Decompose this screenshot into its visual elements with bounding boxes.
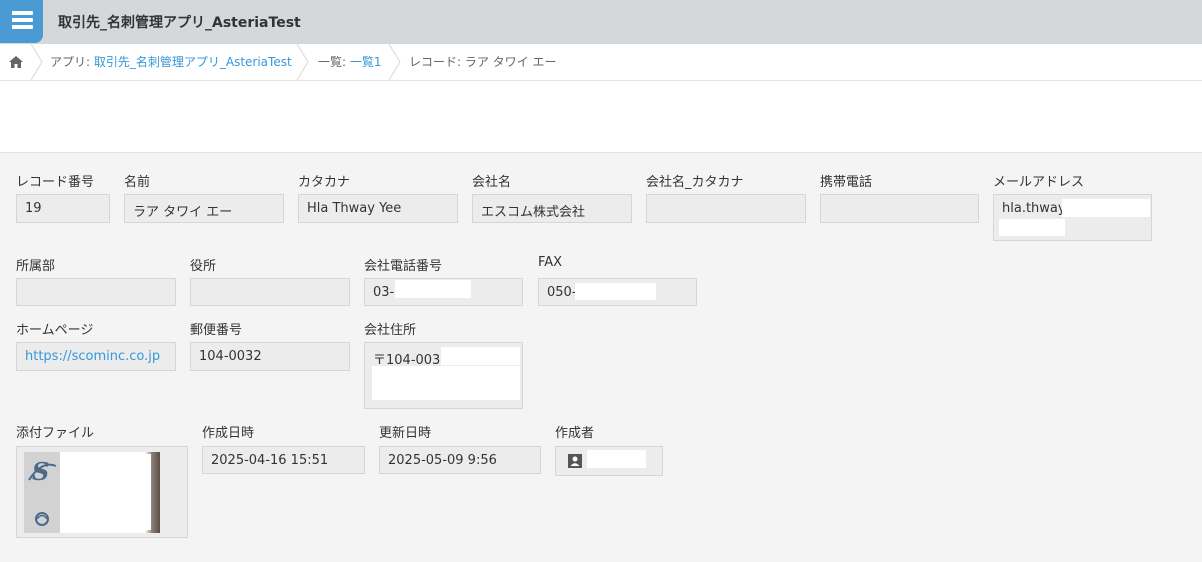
- app-title: 取引先_名刺管理アプリ_AsteriaTest: [58, 15, 301, 31]
- label-created: 作成日時: [202, 426, 255, 441]
- redaction: [1062, 199, 1150, 217]
- redaction: [587, 450, 646, 468]
- label-company-kana: 会社名_カタカナ: [646, 175, 744, 190]
- label-kana: カタカナ: [298, 175, 351, 190]
- label-address: 会社住所: [364, 323, 417, 338]
- label-postal: 郵便番号: [190, 323, 243, 338]
- home-icon[interactable]: [8, 54, 24, 70]
- field-mobile: [820, 194, 979, 223]
- breadcrumb-app-prefix: アプリ:: [50, 55, 94, 69]
- field-homepage: https://scominc.co.jp: [16, 342, 176, 371]
- field-title: [190, 278, 350, 306]
- app-menu-icon[interactable]: [0, 0, 43, 43]
- breadcrumb-separator-icon: [296, 44, 309, 80]
- label-title: 役所: [190, 259, 217, 274]
- label-phone: 会社電話番号: [364, 259, 443, 274]
- breadcrumb: アプリ: 取引先_名刺管理アプリ_AsteriaTest 一覧: 一覧1 レコー…: [0, 44, 1202, 81]
- breadcrumb-record: レコード: ラア タワイ エー: [409, 55, 557, 69]
- email-value: hla.thway.: [1002, 201, 1068, 216]
- breadcrumb-app: アプリ: 取引先_名刺管理アプリ_AsteriaTest: [50, 53, 292, 70]
- label-homepage: ホームページ: [16, 323, 94, 338]
- label-record-no: レコード番号: [16, 175, 95, 190]
- breadcrumb-list-prefix: 一覧:: [318, 55, 350, 69]
- breadcrumb-app-link[interactable]: 取引先_名刺管理アプリ_AsteriaTest: [94, 55, 292, 69]
- label-name: 名前: [124, 175, 151, 190]
- redaction: [999, 219, 1065, 236]
- label-attachment: 添付ファイル: [16, 426, 95, 441]
- field-department: [16, 278, 176, 306]
- redaction: [372, 366, 520, 400]
- breadcrumb-list: 一覧: 一覧1: [318, 53, 382, 70]
- redaction: [395, 280, 471, 298]
- field-attachment: S: [16, 446, 188, 538]
- redaction: [441, 347, 520, 365]
- label-department: 所属部: [16, 259, 56, 274]
- label-mobile: 携帯電話: [820, 175, 873, 190]
- toolbar-area: [0, 81, 1202, 153]
- redaction: [575, 283, 656, 300]
- redaction: [61, 454, 151, 530]
- label-fax: FAX: [538, 255, 563, 270]
- label-email: メールアドレス: [993, 175, 1085, 190]
- user-icon: [568, 453, 582, 468]
- breadcrumb-separator-icon: [388, 44, 401, 80]
- field-kana: Hla Thway Yee: [298, 194, 458, 223]
- label-updated: 更新日時: [379, 426, 432, 441]
- breadcrumb-list-link[interactable]: 一覧1: [350, 55, 382, 69]
- breadcrumb-separator-icon: [30, 44, 43, 80]
- label-company: 会社名: [472, 175, 512, 190]
- field-postal: 104-0032: [190, 342, 350, 371]
- attachment-thumbnail[interactable]: S: [24, 452, 160, 533]
- field-created: 2025-04-16 15:51: [202, 446, 365, 474]
- scom-logo-icon: S: [24, 452, 60, 533]
- app-header: 取引先_名刺管理アプリ_AsteriaTest: [0, 0, 1202, 45]
- field-updated: 2025-05-09 9:56: [379, 446, 541, 474]
- field-name: ラア タワイ エー: [124, 194, 284, 223]
- label-creator: 作成者: [555, 426, 595, 441]
- field-record-no: 19: [16, 194, 110, 223]
- field-company: エスコム株式会社: [472, 194, 632, 223]
- field-company-kana: [646, 194, 806, 223]
- homepage-link[interactable]: https://scominc.co.jp: [25, 349, 160, 364]
